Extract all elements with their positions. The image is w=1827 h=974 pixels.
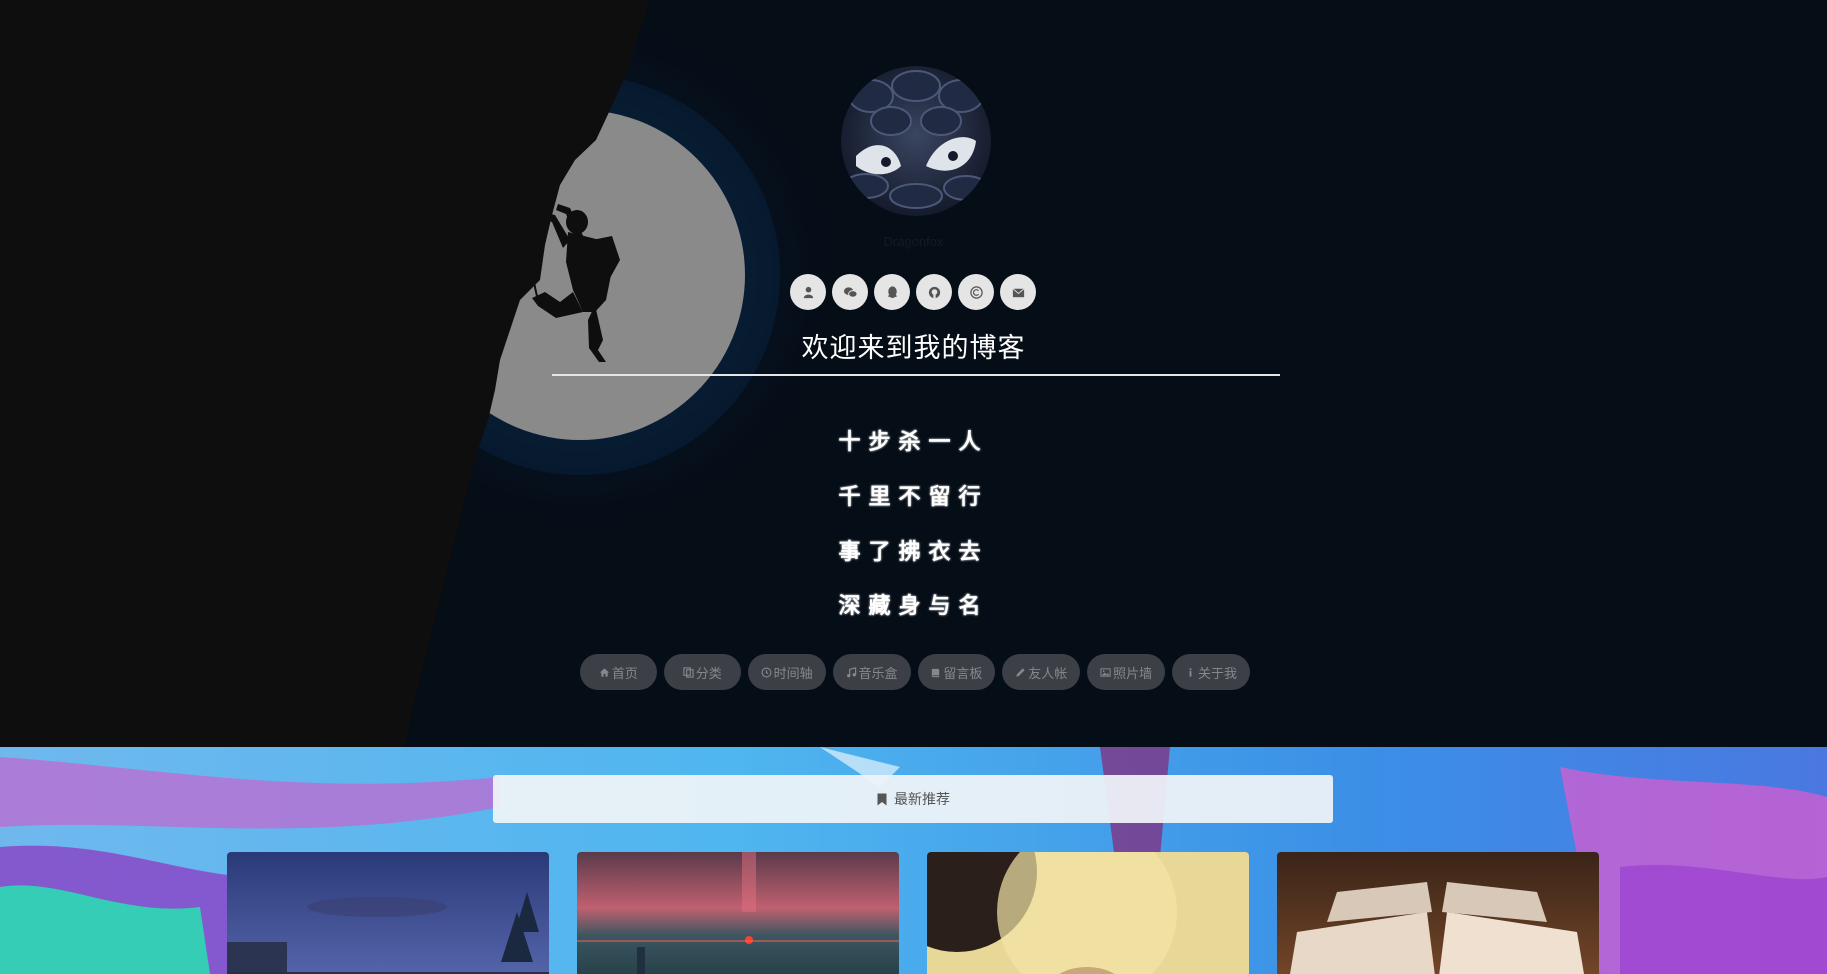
author-name: Dragonfox: [883, 234, 944, 249]
nav-music-label: 音乐盒: [858, 665, 898, 681]
nav-category-label: 分类: [695, 665, 722, 681]
social-email-button[interactable]: [1000, 274, 1036, 310]
nav-category[interactable]: 分类: [663, 654, 741, 690]
nav-guestbook-label: 留言板: [943, 665, 983, 681]
featured-section: 最新推荐: [0, 747, 1827, 974]
poem-line-3: 事了拂衣去: [838, 539, 989, 565]
poem-line-4: 深藏身与名: [838, 593, 989, 619]
bookmark-icon: [877, 793, 887, 805]
nav-timeline[interactable]: 时间轴: [747, 654, 826, 690]
poem-line-2: 千里不留行: [838, 484, 989, 510]
main-nav: 首页 分类 时间轴 音乐盒 留言板 友人帐 照片墙 关于我: [580, 654, 1250, 690]
user-icon: [803, 286, 813, 298]
post-card-sunset-field[interactable]: [577, 852, 899, 974]
nav-guestbook[interactable]: 留言板: [917, 654, 996, 690]
social-copyright-button[interactable]: [958, 274, 994, 310]
featured-label: 最新推荐: [894, 791, 950, 807]
avatar[interactable]: [841, 66, 991, 216]
post-card-2-image: [577, 852, 899, 974]
social-github-button[interactable]: [916, 274, 952, 310]
nav-friends-label: 友人帐: [1028, 665, 1068, 681]
post-card-1-image: [227, 852, 549, 974]
welcome-title: 欢迎来到我的博客: [801, 333, 1026, 363]
divider: [552, 374, 1280, 376]
nav-photos-label: 照片墙: [1113, 665, 1153, 681]
post-card-3-image: [927, 852, 1249, 974]
nav-music[interactable]: 音乐盒: [832, 654, 911, 690]
copyright-icon: [969, 285, 983, 299]
hero-section: Dragonfox 欢迎来到我的博客 十步杀一人 千里不留行 事了拂衣去 深藏身…: [0, 0, 1827, 747]
envelope-icon: [1012, 287, 1024, 297]
social-wechat-button[interactable]: [832, 274, 868, 310]
social-qq-button[interactable]: [874, 274, 910, 310]
music-icon: [846, 666, 856, 677]
info-icon: [1189, 667, 1192, 677]
book-icon: [932, 668, 940, 677]
copy-icon: [683, 666, 694, 678]
nav-photos[interactable]: 照片墙: [1087, 654, 1166, 690]
nav-friends[interactable]: 友人帐: [1002, 654, 1081, 690]
featured-header: 最新推荐: [493, 775, 1333, 823]
post-card-4-image: [1277, 852, 1599, 974]
post-card-night-town[interactable]: [227, 852, 549, 974]
pencil-icon: [1016, 667, 1025, 677]
avatar-image: [841, 66, 991, 216]
github-icon: [928, 286, 940, 298]
clock-icon: [761, 667, 772, 677]
poem-line-1: 十步杀一人: [838, 429, 989, 455]
post-card-open-books[interactable]: [1277, 852, 1599, 974]
social-user-button[interactable]: [790, 274, 826, 310]
nav-home[interactable]: 首页: [580, 654, 657, 690]
nav-about-label: 关于我: [1198, 665, 1238, 681]
post-card-moon-art[interactable]: [927, 852, 1249, 974]
social-links: [790, 274, 1038, 310]
page: Dragonfox 欢迎来到我的博客 十步杀一人 千里不留行 事了拂衣去 深藏身…: [0, 0, 1827, 974]
nav-about[interactable]: 关于我: [1172, 654, 1250, 690]
qq-icon: [887, 285, 897, 298]
wechat-icon: [843, 286, 858, 298]
nav-timeline-label: 时间轴: [773, 665, 813, 681]
home-icon: [599, 667, 610, 677]
nav-home-label: 首页: [611, 665, 638, 681]
image-icon: [1100, 667, 1111, 677]
